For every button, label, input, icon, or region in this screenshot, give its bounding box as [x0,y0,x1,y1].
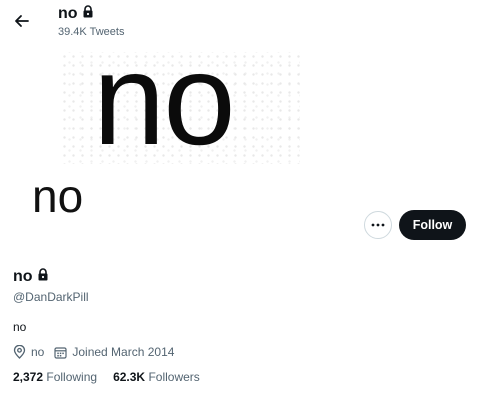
following-link[interactable]: 2,372 Following [13,370,97,384]
back-arrow-icon[interactable] [11,10,33,32]
following-label: Following [46,370,98,384]
location-item: no [13,345,44,359]
follow-stats: 2,372 Following 62.3K Followers [13,370,216,384]
profile-banner[interactable]: no [0,48,481,170]
followers-label: Followers [148,370,200,384]
profile-meta: no Joined March 2014 [13,345,184,359]
calendar-icon [54,346,67,359]
followers-count: 62.3K [113,370,146,384]
avatar-text: no [32,170,84,222]
user-handle: @DanDarkPill [13,290,89,304]
follow-button[interactable]: Follow [399,210,466,240]
avatar[interactable]: no [8,170,114,244]
bio: no [13,320,27,334]
more-options-button[interactable] [364,211,392,239]
lock-icon [82,5,94,23]
more-dots-icon [371,223,385,227]
lock-icon [37,268,49,286]
display-name: no [13,268,49,286]
display-name-text: no [13,268,33,285]
followers-link[interactable]: 62.3K Followers [113,370,200,384]
header-title: no [58,5,94,23]
following-count: 2,372 [13,370,44,384]
location-pin-icon [13,345,26,359]
tweet-count: 39.4K Tweets [58,26,125,38]
location-text: no [31,345,45,359]
top-bar: no 39.4K Tweets [0,0,481,48]
joined-text: Joined March 2014 [72,345,175,359]
joined-item: Joined March 2014 [54,345,174,359]
banner-text: no [93,48,236,170]
header-name: no [58,5,78,22]
